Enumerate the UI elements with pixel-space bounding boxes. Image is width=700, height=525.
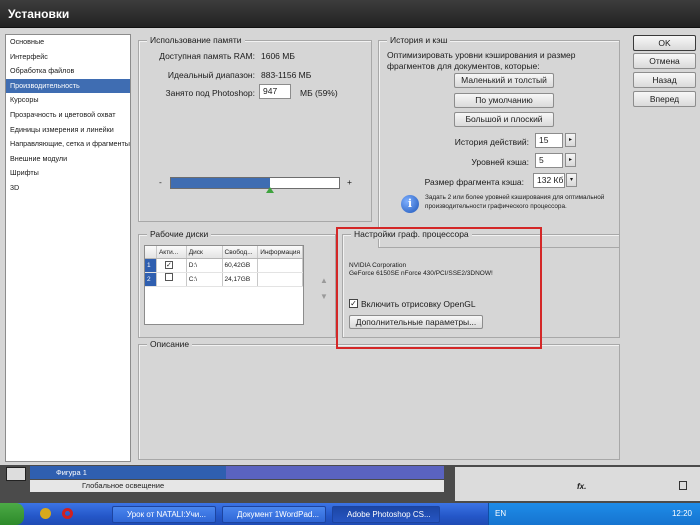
nav-item-guides[interactable]: Направляющие, сетка и фрагменты <box>6 137 130 152</box>
history-states-input[interactable]: 15 <box>535 133 563 148</box>
ram-label: Доступная память RAM: <box>159 51 255 61</box>
active-checkbox[interactable] <box>164 273 173 281</box>
cancel-button[interactable]: Отмена <box>633 53 696 69</box>
drive-cell: C:\ <box>187 273 223 286</box>
history-cache-panel: История и кэш Оптимизировать уровни кэши… <box>378 35 620 248</box>
ideal-range-label: Идеальный диапазон: <box>167 70 255 80</box>
photoshop-memory-unit: МБ (59%) <box>300 88 338 98</box>
history-states-arrow-icon[interactable]: ▸ <box>565 133 576 147</box>
description-title: Описание <box>147 339 193 349</box>
ideal-range-value: 883-1156 МБ <box>261 70 312 80</box>
default-button[interactable]: По умолчанию <box>454 93 554 108</box>
nav-item-plugins[interactable]: Внешние модули <box>6 152 130 167</box>
free-space-cell: 60,42GB <box>223 259 259 272</box>
info-cell <box>258 259 303 272</box>
active-cell <box>157 273 187 286</box>
scratch-disks-table: Акти... Диск Свобод... Информация 1 ✓ D:… <box>144 245 304 325</box>
nav-item-general[interactable]: Основные <box>6 35 130 50</box>
taskbar-task-3[interactable]: Adobe Photoshop CS... <box>332 506 440 523</box>
nav-item-performance[interactable]: Производительность <box>6 78 130 94</box>
column-header-info[interactable]: Информация <box>258 246 303 258</box>
layer-name: Фигура 1 <box>56 468 87 477</box>
free-space-cell: 24,17GB <box>223 273 259 286</box>
table-row[interactable]: 1 ✓ D:\ 60,42GB <box>145 259 303 273</box>
language-indicator[interactable]: EN <box>495 509 506 518</box>
drive-cell: D:\ <box>187 259 223 272</box>
nav-item-type[interactable]: Шрифты <box>6 166 130 181</box>
nav-item-cursors[interactable]: Курсоры <box>6 93 130 108</box>
photoshop-memory-label: Занято под Photoshop: <box>165 88 255 98</box>
taskbar-task-1[interactable]: Урок от NATALI:Учи... <box>112 506 216 523</box>
cache-info-text: Задать 2 или более уровней кэширования д… <box>425 194 605 210</box>
cache-levels-input[interactable]: 5 <box>535 153 563 168</box>
info-cell <box>258 273 303 286</box>
active-cell: ✓ <box>157 259 187 272</box>
move-up-icon[interactable]: ▲ <box>320 276 328 285</box>
cache-tile-size-select[interactable]: 132 Кб <box>533 173 565 188</box>
ram-value: 1606 МБ <box>261 51 295 61</box>
window-title: Установки <box>0 0 700 28</box>
layer-thumbnail <box>6 467 26 481</box>
column-header-active[interactable]: Акти... <box>157 246 187 258</box>
description-panel: Описание <box>138 339 620 460</box>
layers-panel: Фигура 1 Глобальное освещение fx. <box>0 465 700 503</box>
system-tray: EN 12:20 <box>488 503 700 525</box>
fx-icon[interactable]: fx. <box>577 482 586 491</box>
layer-fill-preview <box>226 466 444 479</box>
memory-slider-track[interactable] <box>170 177 340 193</box>
nav-item-3d[interactable]: 3D <box>6 181 130 196</box>
taskbar-task-2[interactable]: Документ 1WordPad... <box>222 506 326 523</box>
chevron-down-icon[interactable]: ▾ <box>566 173 577 187</box>
column-header-drive[interactable]: Диск <box>187 246 223 258</box>
category-list: Основные Интерфейс Обработка файлов Прои… <box>5 34 131 462</box>
row-number: 2 <box>145 273 157 286</box>
memory-panel-title: Использование памяти <box>147 35 245 45</box>
memory-slider-thumb[interactable] <box>266 187 275 193</box>
history-states-label: История действий: <box>454 137 529 147</box>
ok-button[interactable]: OK <box>633 35 696 51</box>
trash-icon[interactable] <box>679 481 687 490</box>
photoshop-memory-input[interactable]: 947 <box>259 84 291 99</box>
nav-item-transparency[interactable]: Прозрачность и цветовой охват <box>6 108 130 123</box>
nav-item-units[interactable]: Единицы измерения и линейки <box>6 123 130 138</box>
slider-plus: + <box>347 177 352 187</box>
table-header: Акти... Диск Свобод... Информация <box>145 246 303 259</box>
memory-panel: Использование памяти Доступная память RA… <box>138 35 372 222</box>
gpu-highlight-frame <box>336 227 542 349</box>
nav-item-interface[interactable]: Интерфейс <box>6 50 130 65</box>
column-header <box>145 246 157 258</box>
opera-icon[interactable] <box>62 508 73 519</box>
table-row[interactable]: 2 C:\ 24,17GB <box>145 273 303 287</box>
tall-and-thin-button[interactable]: Маленький и толстый <box>454 73 554 88</box>
cache-tile-size-label: Размер фрагмента кэша: <box>424 177 524 187</box>
active-checkbox[interactable]: ✓ <box>164 261 173 269</box>
quick-launch-icon[interactable] <box>40 508 51 519</box>
cache-levels-label: Уровней кэша: <box>471 157 529 167</box>
clock: 12:20 <box>671 509 692 518</box>
scratch-disks-panel: Рабочие диски Акти... Диск Свобод... Инф… <box>138 229 336 338</box>
effect-row[interactable]: Глобальное освещение <box>30 480 444 492</box>
history-cache-title: История и кэш <box>387 35 451 45</box>
big-and-flat-button[interactable]: Большой и плоский <box>454 112 554 127</box>
next-button[interactable]: Вперед <box>633 91 696 107</box>
layer-tools: fx. <box>455 467 700 501</box>
prev-button[interactable]: Назад <box>633 72 696 88</box>
column-header-free[interactable]: Свобод... <box>223 246 259 258</box>
memory-slider-fill <box>171 178 271 188</box>
cache-optimize-description: Оптимизировать уровни кэширования и разм… <box>387 50 576 71</box>
info-icon: i <box>401 195 419 213</box>
slider-minus: - <box>159 177 162 187</box>
cache-levels-arrow-icon[interactable]: ▸ <box>565 153 576 167</box>
scratch-disks-title: Рабочие диски <box>147 229 212 239</box>
row-number: 1 <box>145 259 157 272</box>
nav-item-file-handling[interactable]: Обработка файлов <box>6 64 130 79</box>
effect-name: Глобальное освещение <box>82 481 165 490</box>
move-down-icon[interactable]: ▼ <box>320 292 328 301</box>
start-button[interactable] <box>0 503 24 525</box>
layer-row-selected[interactable]: Фигура 1 <box>30 466 226 479</box>
taskbar: Урок от NATALI:Учи... Документ 1WordPad.… <box>0 503 700 525</box>
